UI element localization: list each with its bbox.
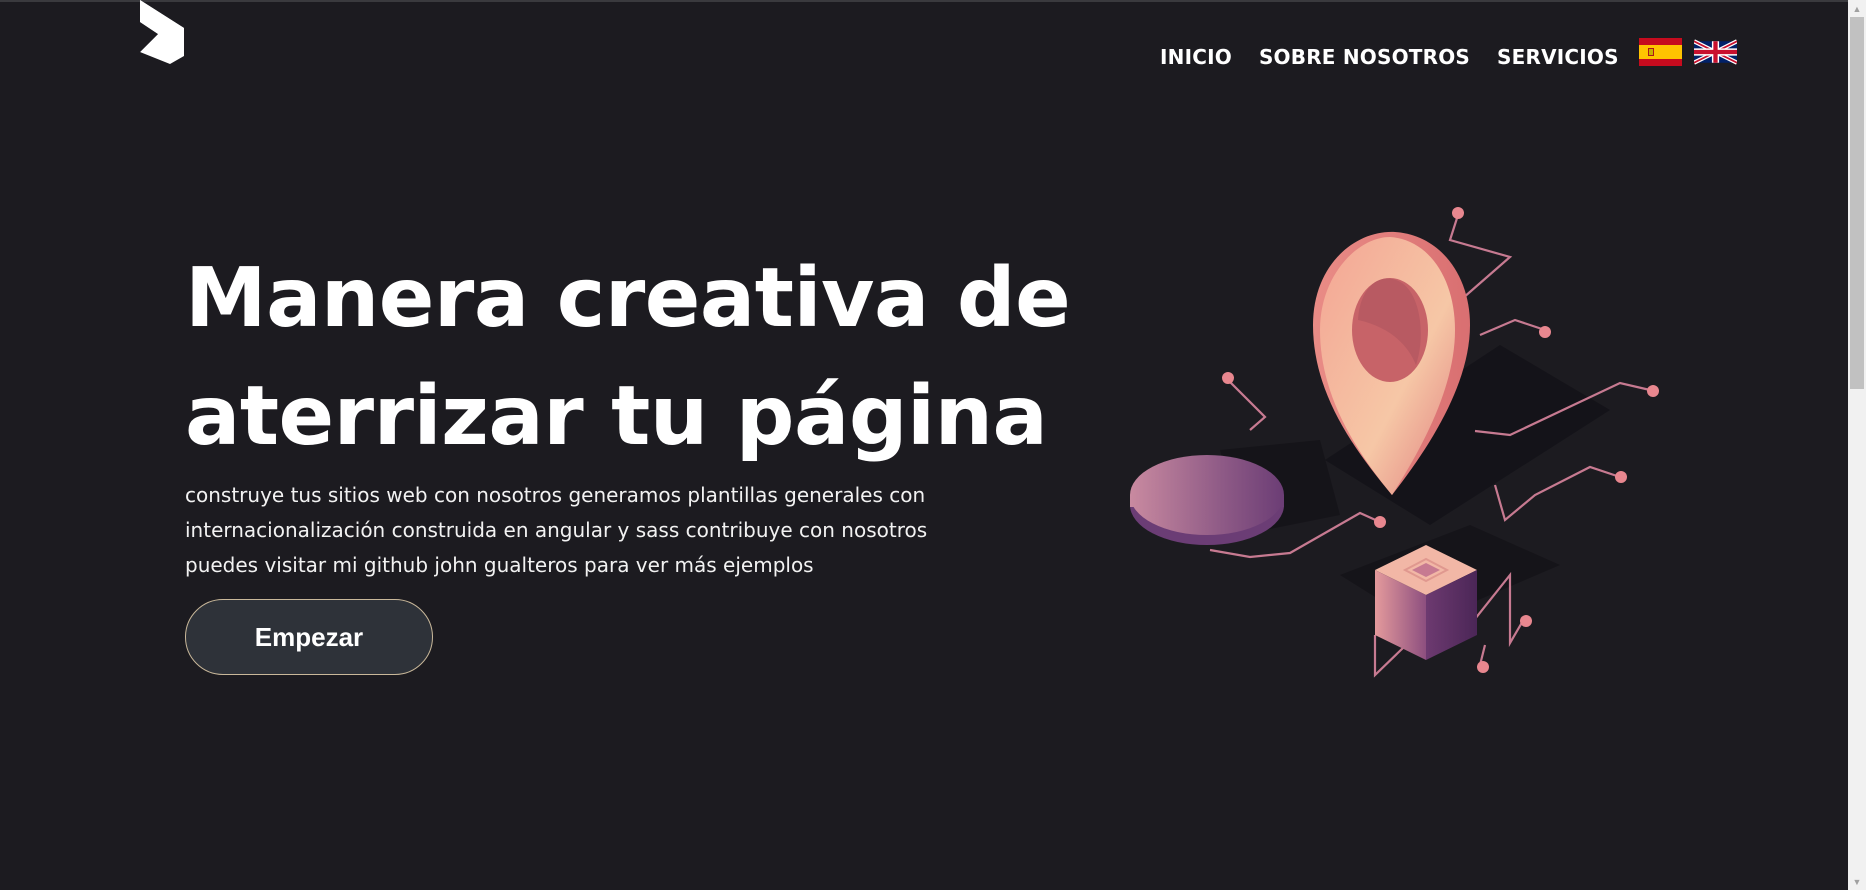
scrollbar[interactable]: ▲ ▼: [1848, 0, 1866, 890]
scroll-up-icon[interactable]: ▲: [1848, 0, 1866, 17]
scroll-thumb[interactable]: [1850, 17, 1864, 389]
nav-item-servicios[interactable]: SERVICIOS: [1497, 42, 1619, 72]
logo-icon[interactable]: [136, 0, 188, 66]
hero-description: construye tus sitios web con nosotros ge…: [185, 483, 928, 577]
main-nav: INICIO SOBRE NOSOTROS SERVICIOS: [1160, 38, 1749, 72]
location-pin-illustration: [1130, 207, 1659, 678]
hero-title-line-2: aterrizar tu página: [185, 369, 1048, 464]
scroll-down-icon[interactable]: ▼: [1848, 873, 1866, 890]
english-flag-icon[interactable]: [1693, 38, 1737, 66]
top-border: [0, 0, 1848, 2]
nav-item-sobre-nosotros[interactable]: SOBRE NOSOTROS: [1259, 42, 1470, 72]
spanish-flag-icon[interactable]: [1638, 38, 1682, 66]
hero-title: Manera creativa de aterrizar tu página: [185, 240, 1085, 476]
nav-item-inicio[interactable]: INICIO: [1160, 42, 1232, 72]
hero-title-line-1: Manera creativa de: [185, 251, 1071, 346]
empezar-button[interactable]: Empezar: [185, 599, 433, 675]
